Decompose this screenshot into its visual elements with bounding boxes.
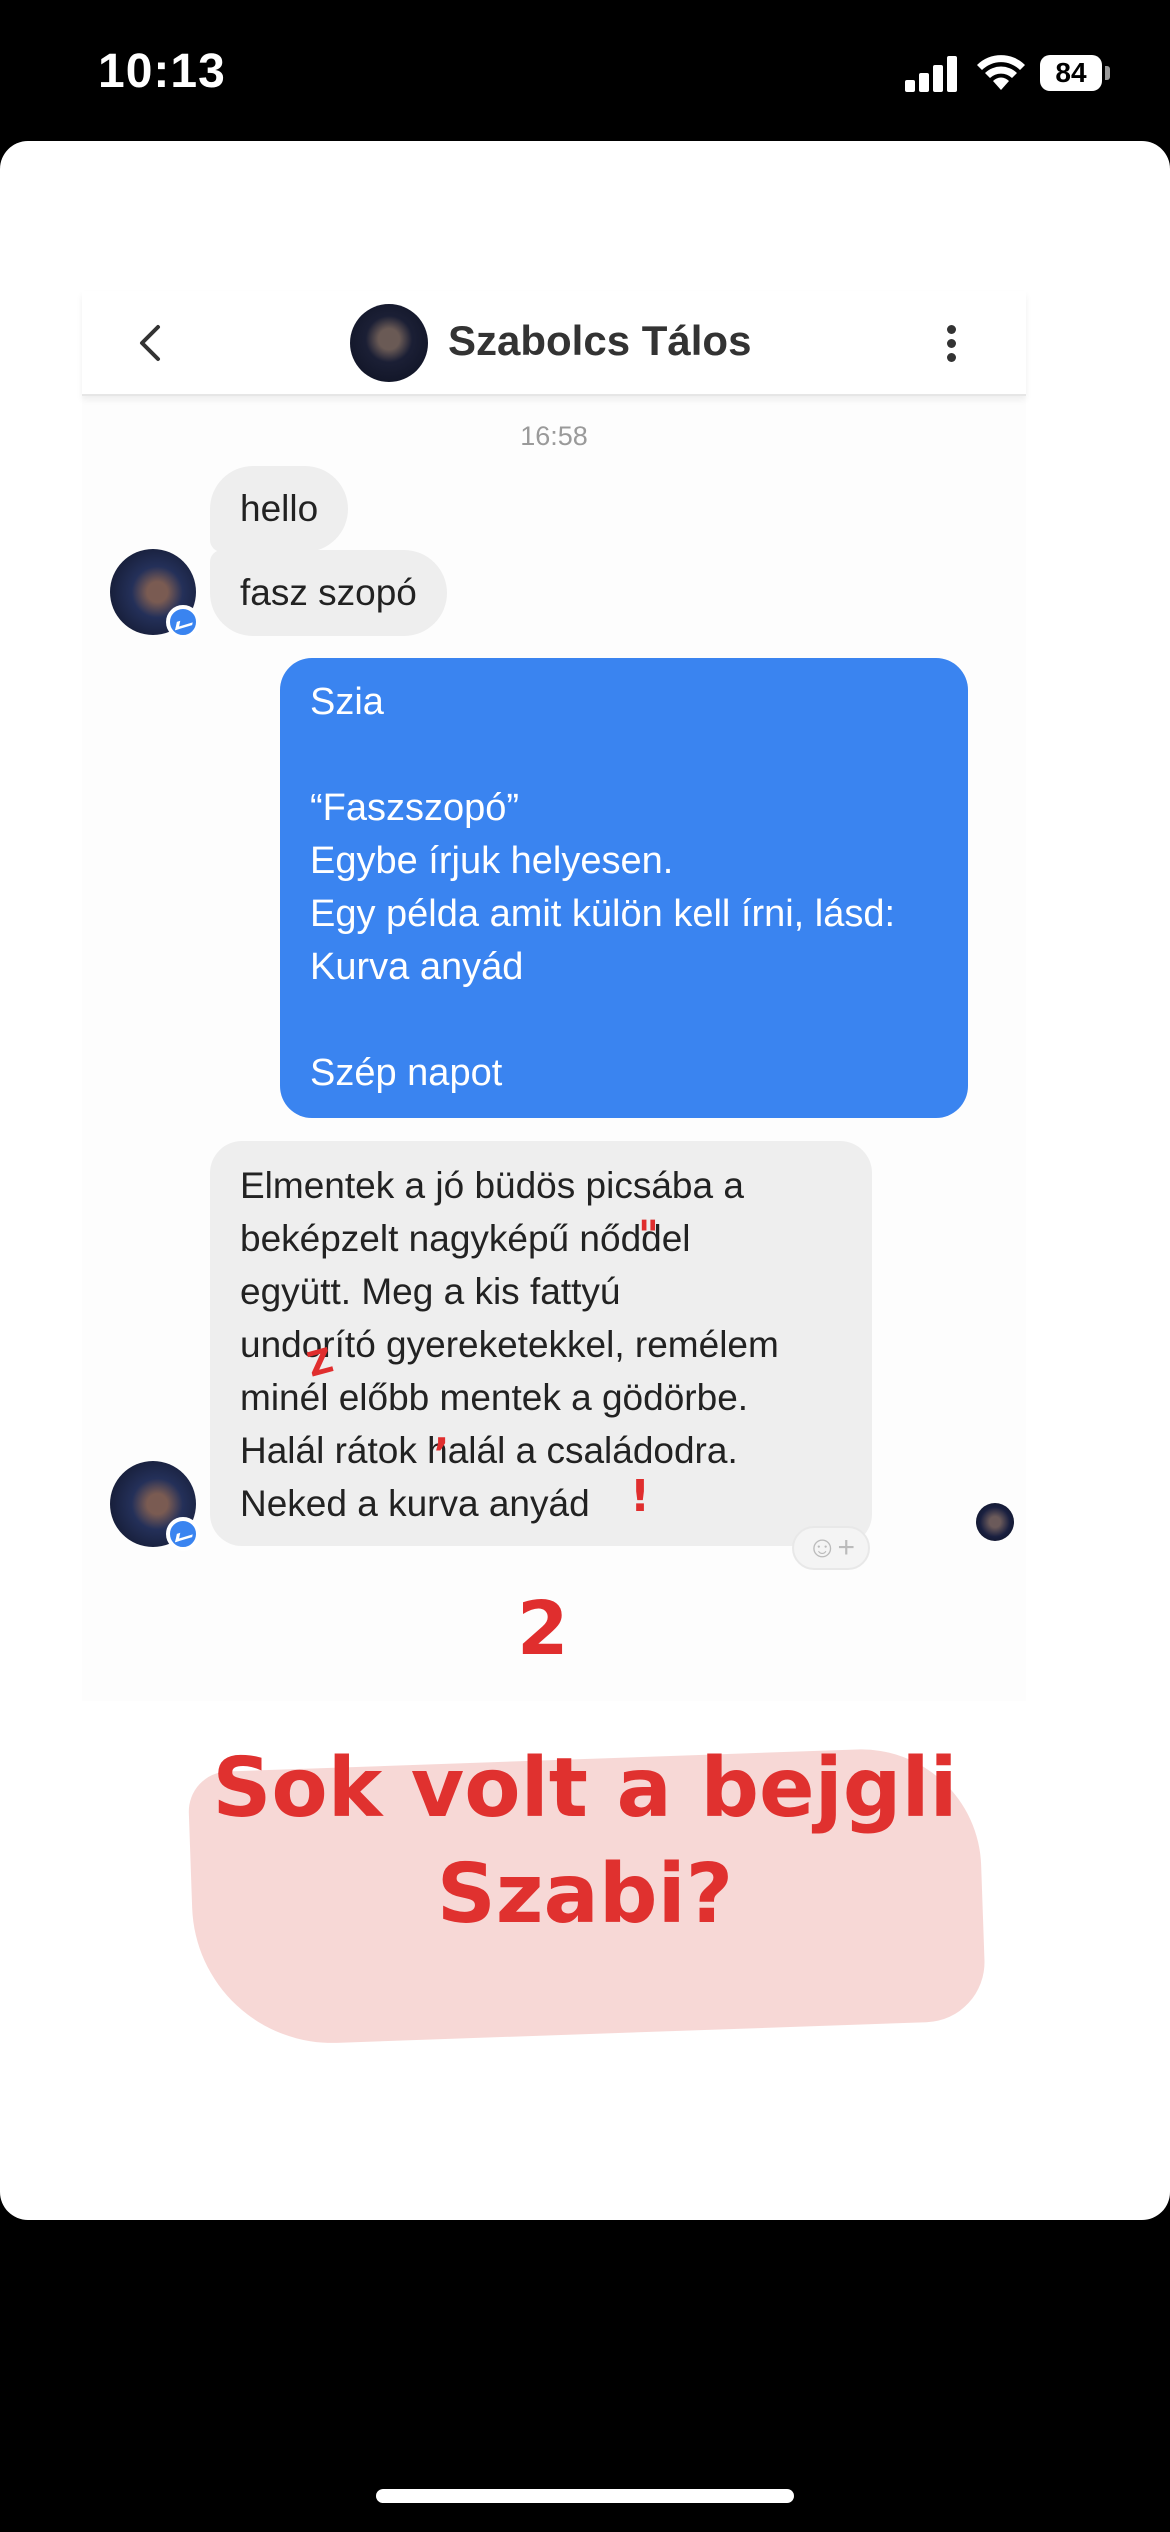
home-indicator[interactable]: [376, 2489, 794, 2503]
message-timestamp: 16:58: [520, 421, 588, 451]
correction-mark: ,: [434, 1409, 450, 1455]
story-card: Szabolcs Tálos 16:58 hello fasz szopó Sz…: [0, 141, 1170, 2220]
contact-name[interactable]: Szabolcs Tálos: [448, 317, 751, 365]
message-bubble-incoming[interactable]: hello: [210, 466, 349, 552]
correction-mark: !: [630, 1471, 651, 1522]
messenger-icon: [166, 1517, 200, 1551]
messenger-icon: [166, 605, 200, 639]
chat-header: Szabolcs Tálos: [82, 291, 1026, 396]
battery-tip: [1105, 66, 1110, 80]
caption-line: Szabi?: [436, 1847, 734, 1942]
chevron-left-icon[interactable]: [132, 321, 172, 365]
messenger-screenshot: Szabolcs Tálos 16:58 hello fasz szopó Sz…: [82, 291, 1026, 1701]
caption-line: Sok volt a bejgli: [212, 1741, 958, 1836]
status-time: 10:13: [98, 45, 226, 98]
message-bubble-incoming[interactable]: fasz szopó: [210, 550, 447, 636]
sender-avatar[interactable]: [110, 549, 200, 639]
message-bubble-incoming[interactable]: Elmentek a jó büdös picsába a beképzelt …: [210, 1141, 872, 1546]
battery-icon: 84: [1040, 55, 1102, 91]
wifi-icon: [977, 55, 1025, 90]
sender-avatar[interactable]: [110, 1461, 200, 1551]
contact-avatar[interactable]: [350, 304, 428, 382]
grade-annotation: 2: [517, 1586, 569, 1672]
cellular-signal-icon: [905, 56, 959, 92]
add-reaction-icon[interactable]: ☺+: [792, 1526, 870, 1570]
correction-mark: ": [638, 1213, 659, 1259]
more-vertical-icon[interactable]: [944, 321, 958, 365]
read-receipt-avatar: [976, 1503, 1014, 1541]
message-bubble-outgoing[interactable]: Szia “Faszszopó” Egybe írjuk helyesen. E…: [280, 658, 968, 1118]
story-caption: Sok volt a bejgli Szabi?: [160, 1736, 1010, 1948]
status-bar: 10:13 84: [0, 0, 1170, 140]
